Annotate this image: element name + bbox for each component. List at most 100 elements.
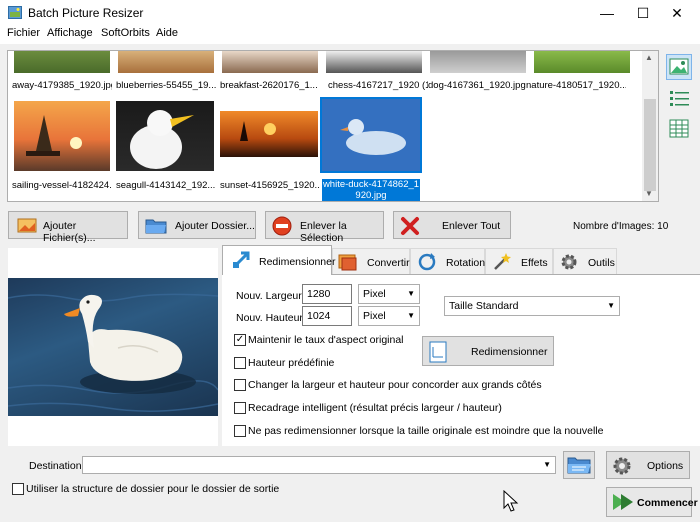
- start-button[interactable]: Commencer: [606, 487, 698, 517]
- caption-seagull: seagull-4143142_192...: [116, 180, 216, 191]
- width-unit-value: Pixel: [363, 288, 386, 300]
- add-files-label: Ajouter Fichier(s)...: [43, 220, 96, 244]
- view-details-button[interactable]: [666, 116, 692, 142]
- mouse-cursor-icon: [503, 490, 519, 512]
- add-files-button[interactable]: Ajouter Fichier(s)...: [8, 211, 128, 244]
- caption-dog: dog-4167361_1920.jpg: [428, 80, 526, 91]
- caption-white-duck: white-duck-4174862_1920.jpg: [322, 179, 420, 201]
- folder-structure-checkbox[interactable]: [12, 483, 24, 495]
- thumb-sunset[interactable]: [220, 111, 318, 157]
- menu-softorbits[interactable]: SoftOrbits: [101, 27, 150, 39]
- height-unit-select[interactable]: Pixel ▼: [358, 306, 420, 326]
- menu-affichage[interactable]: Affichage: [47, 27, 93, 39]
- resize-button-label: Redimensionner: [471, 346, 548, 358]
- remove-all-label: Enlever Tout: [442, 220, 501, 232]
- caption-nature: nature-4180517_1920...: [526, 80, 626, 91]
- tab-effets[interactable]: Effets: [485, 248, 553, 274]
- start-button-label: Commencer: [637, 497, 698, 509]
- match-sides-checkbox[interactable]: [234, 379, 246, 391]
- thumb-breakfast[interactable]: [222, 51, 318, 73]
- add-folder-button[interactable]: Ajouter Dossier...: [138, 211, 256, 239]
- caption-chess: chess-4167217_1920 (1).jpg: [328, 80, 428, 91]
- remove-all-button[interactable]: Enlever Tout: [393, 211, 511, 239]
- thumb-white-duck-selected[interactable]: [320, 97, 422, 173]
- tab-convertir-label: Convertir: [367, 257, 410, 269]
- resize-arrow-icon: [232, 251, 250, 269]
- chevron-down-icon: ▼: [607, 301, 615, 310]
- keep-ratio-label: Maintenir le taux d'aspect original: [248, 334, 404, 346]
- caption-breakfast: breakfast-2620176_1...: [220, 80, 318, 91]
- caption-sailing-vessel: sailing-vessel-4182424...: [12, 180, 112, 191]
- image-gallery[interactable]: away-4179385_1920.jpg blueberries-55455_…: [7, 50, 659, 202]
- thumb-nature[interactable]: [534, 51, 630, 73]
- remove-selection-label: Enlever la Sélection: [300, 220, 347, 244]
- smart-crop-label: Recadrage intelligent (résultat précis l…: [248, 402, 502, 414]
- menu-fichier[interactable]: Fichier: [7, 27, 40, 39]
- height-unit-value: Pixel: [363, 310, 386, 322]
- app-icon: [8, 6, 22, 19]
- chevron-down-icon: ▼: [543, 460, 551, 469]
- menu-aide[interactable]: Aide: [156, 27, 178, 39]
- preview-panel: [7, 248, 219, 446]
- width-input[interactable]: 1280: [302, 284, 352, 304]
- chevron-down-icon: ▼: [407, 289, 415, 298]
- tab-rotation-label: Rotation: [446, 257, 486, 269]
- width-label: Nouv. Largeur: [236, 290, 302, 302]
- image-count: Nombre d'Images: 10: [573, 221, 669, 232]
- height-label: Nouv. Hauteur: [236, 312, 303, 324]
- image-add-icon: [17, 218, 37, 233]
- magic-wand-icon: [494, 253, 511, 270]
- remove-icon: [272, 216, 292, 236]
- thumb-seagull[interactable]: [116, 101, 214, 171]
- destination-combobox[interactable]: ▼: [82, 456, 556, 474]
- options-button-label: Options: [647, 460, 684, 472]
- window-title: Batch Picture Resizer: [28, 6, 144, 20]
- tab-outils-label: Outils: [588, 257, 615, 269]
- close-button[interactable]: ✕: [654, 0, 700, 26]
- chevron-down-icon: ▼: [407, 311, 415, 320]
- open-folder-icon: [567, 457, 591, 474]
- smart-crop-checkbox[interactable]: [234, 402, 246, 414]
- thumb-sailing-vessel[interactable]: [14, 101, 110, 171]
- scroll-thumb[interactable]: [644, 99, 656, 191]
- tab-convertir[interactable]: Convertir: [332, 248, 410, 274]
- keep-ratio-checkbox[interactable]: ✓: [234, 334, 246, 346]
- thumb-blueberries[interactable]: [118, 51, 214, 73]
- no-upscale-checkbox[interactable]: [234, 425, 246, 437]
- preview-image: [7, 278, 219, 416]
- start-arrow-icon: [613, 494, 633, 510]
- browse-folder-button[interactable]: [563, 451, 595, 479]
- view-thumbnails-button[interactable]: [666, 54, 692, 80]
- tab-effets-label: Effets: [521, 257, 548, 269]
- thumb-away[interactable]: [14, 51, 110, 73]
- preset-size-select[interactable]: Taille Standard ▼: [444, 296, 620, 316]
- convert-icon: [338, 254, 357, 271]
- gear-icon: [613, 457, 631, 475]
- caption-sunset: sunset-4156925_1920...: [220, 180, 320, 191]
- scroll-up-icon[interactable]: ▲: [645, 53, 653, 62]
- resize-doc-icon: [429, 341, 447, 363]
- view-list-button[interactable]: [666, 86, 692, 112]
- gear-icon: [561, 254, 577, 270]
- folder-structure-label: Utiliser la structure de dossier pour le…: [26, 483, 280, 495]
- resize-button[interactable]: Redimensionner: [422, 336, 554, 366]
- scroll-down-icon[interactable]: ▼: [645, 189, 653, 198]
- predefined-height-label: Hauteur prédéfinie: [248, 357, 335, 369]
- delete-icon: [401, 217, 419, 235]
- tab-rotation[interactable]: Rotation: [410, 248, 485, 274]
- caption-blueberries: blueberries-55455_19...: [116, 80, 216, 91]
- width-unit-select[interactable]: Pixel ▼: [358, 284, 420, 304]
- tab-redimensionner-label: Redimensionner: [259, 256, 336, 268]
- thumb-dog[interactable]: [430, 51, 526, 73]
- predefined-height-checkbox[interactable]: [234, 357, 246, 369]
- remove-selection-button[interactable]: Enlever la Sélection: [265, 211, 384, 244]
- gallery-scrollbar[interactable]: ▲ ▼: [642, 51, 658, 201]
- rotate-icon: [418, 253, 436, 271]
- match-sides-label: Changer la largeur et hauteur pour conco…: [248, 379, 542, 391]
- options-button[interactable]: Options: [606, 451, 690, 479]
- tab-redimensionner[interactable]: Redimensionner: [222, 245, 336, 275]
- folder-icon: [145, 219, 167, 234]
- thumb-chess[interactable]: [326, 51, 422, 73]
- height-input[interactable]: 1024: [302, 306, 352, 326]
- tab-outils[interactable]: Outils: [553, 248, 617, 274]
